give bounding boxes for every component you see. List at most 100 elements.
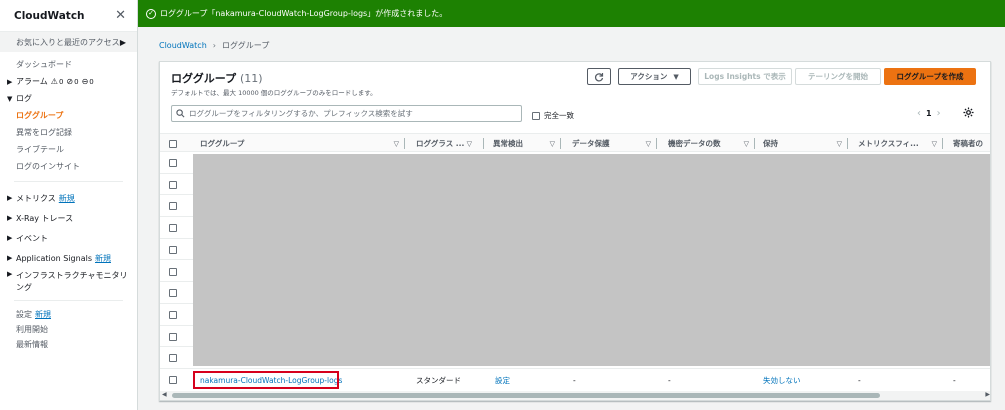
success-flash: ✓ ロググループ「nakamura-CloudWatch-LogGroup-lo… bbox=[138, 0, 1005, 27]
new-badge[interactable]: 新規 bbox=[95, 253, 111, 264]
row-checkbox[interactable] bbox=[169, 224, 177, 233]
column-header-label: 寄稿者の bbox=[953, 139, 983, 148]
sidebar-favorites[interactable]: お気に入りと最近のアクセス ▶ bbox=[0, 32, 137, 52]
row-checkbox[interactable] bbox=[169, 180, 177, 189]
column-divider bbox=[404, 138, 405, 149]
sidebar-item-live-tail[interactable]: ライブテール bbox=[0, 141, 137, 158]
caret-right-icon: ▶ bbox=[119, 37, 126, 47]
scroll-right-icon[interactable]: ▶ bbox=[985, 391, 990, 398]
column-header-label: 異常検出 bbox=[493, 139, 523, 148]
sidebar-item-log-anomalies[interactable]: 異常をログ記録 bbox=[0, 124, 137, 141]
search-icon bbox=[176, 109, 185, 118]
row-checkbox[interactable] bbox=[169, 332, 177, 341]
column-header-log-group[interactable]: ロググループ ▽ bbox=[200, 134, 405, 153]
row-checkbox[interactable] bbox=[169, 310, 177, 319]
filter-placeholder: ロググループをフィルタリングするか、プレフィックス検索を試す bbox=[189, 109, 413, 118]
check-circle-icon: ⊘ bbox=[66, 77, 74, 86]
log-groups-panel: ロググループ (11) デフォルトでは、最大 10000 個のロググループのみを… bbox=[159, 61, 991, 401]
sidebar-item-events[interactable]: ▶ イベント bbox=[0, 228, 137, 248]
row-checkbox[interactable] bbox=[169, 289, 177, 298]
column-header-label: ロググラス ... bbox=[416, 139, 465, 148]
column-divider bbox=[656, 138, 657, 149]
exact-match-checkbox[interactable]: 完全一致 bbox=[532, 110, 574, 121]
refresh-button[interactable] bbox=[587, 68, 611, 85]
actions-button-label: アクション bbox=[630, 72, 668, 81]
sidebar-item-whats-new[interactable]: 最新情報 bbox=[0, 337, 137, 352]
row-checkbox[interactable] bbox=[169, 267, 177, 276]
configure-anomaly-link[interactable]: 設定 bbox=[495, 375, 510, 386]
sidebar-title[interactable]: CloudWatch bbox=[14, 10, 85, 22]
row-checkbox[interactable] bbox=[169, 354, 177, 363]
row-checkbox[interactable] bbox=[169, 159, 177, 167]
close-icon[interactable]: ✕ bbox=[115, 8, 126, 23]
sidebar-item-logs-insights[interactable]: ログのインサイト bbox=[0, 158, 137, 175]
chevron-right-icon[interactable]: › bbox=[937, 108, 941, 119]
warning-icon: ⚠ bbox=[50, 77, 58, 86]
sidebar-divider bbox=[14, 300, 123, 301]
view-in-logs-insights-button[interactable]: Logs Insights で表示 bbox=[698, 68, 792, 85]
sidebar-item-getting-started[interactable]: 利用開始 bbox=[0, 322, 137, 337]
alarm-count: 0 bbox=[58, 77, 64, 86]
sort-icon: ▽ bbox=[466, 139, 472, 148]
panel-description: デフォルトでは、最大 10000 個のロググループのみをロードします。 bbox=[171, 89, 377, 97]
horizontal-scrollbar[interactable]: ◀ ▶ bbox=[160, 391, 990, 400]
sidebar-item-alarms-label: アラーム bbox=[16, 77, 48, 86]
header-select bbox=[160, 134, 193, 153]
column-header-anomaly-detection[interactable]: 異常検出 ▽ bbox=[493, 134, 561, 153]
table-header: ロググループ ▽ ロググラス ... ▽ 異常検出 ▽ データ保護 ▽ 機密デー… bbox=[160, 133, 990, 153]
column-header-data-protection[interactable]: データ保護 ▽ bbox=[572, 134, 657, 153]
checkbox[interactable] bbox=[532, 111, 540, 120]
breadcrumb-cloudwatch[interactable]: CloudWatch bbox=[159, 41, 207, 50]
gear-icon[interactable] bbox=[963, 107, 974, 118]
filter-input[interactable]: ロググループをフィルタリングするか、プレフィックス検索を試す bbox=[171, 105, 522, 122]
scrollbar-thumb[interactable] bbox=[172, 393, 880, 398]
sidebar-item-settings[interactable]: 設定 新規 bbox=[0, 307, 137, 322]
sidebar-item-dashboard[interactable]: ダッシュボード bbox=[0, 56, 137, 73]
page-number[interactable]: 1 bbox=[926, 109, 932, 118]
retention-link[interactable]: 失効しない bbox=[763, 375, 801, 386]
log-group-count: (11) bbox=[239, 72, 263, 85]
select-all-checkbox[interactable] bbox=[169, 139, 177, 148]
table-row[interactable]: nakamura-CloudWatch-LogGroup-logs スタンダード… bbox=[160, 369, 990, 391]
caret-right-icon: ▶ bbox=[7, 234, 13, 242]
sidebar-header: CloudWatch ✕ bbox=[0, 0, 137, 32]
sidebar-item-alarms[interactable]: ▶ アラーム ⚠ 0 ⊘ 0 ⊖ 0 bbox=[0, 73, 137, 90]
pagination: ‹ 1 › bbox=[912, 108, 946, 119]
sidebar-item-logs-label: ログ bbox=[16, 94, 32, 103]
create-log-group-button[interactable]: ロググループを作成 bbox=[884, 68, 976, 85]
sidebar-item-infrastructure-monitoring[interactable]: ▶ インフラストラクチャモニタリング bbox=[0, 268, 137, 294]
sort-icon: ▽ bbox=[549, 139, 555, 148]
sidebar-item-log-groups[interactable]: ロググループ bbox=[0, 107, 137, 124]
column-header-sensitive-data-count[interactable]: 機密データの数 ▽ bbox=[668, 134, 755, 153]
sidebar-item-metrics[interactable]: ▶ メトリクス 新規 bbox=[0, 188, 137, 208]
start-tailing-button[interactable]: テーリングを開始 bbox=[795, 68, 881, 85]
row-checkbox[interactable] bbox=[169, 376, 177, 384]
scroll-left-icon[interactable]: ◀ bbox=[162, 391, 167, 398]
breadcrumb-current: ロググループ bbox=[221, 41, 270, 50]
chevron-right-icon: › bbox=[212, 41, 216, 50]
column-divider bbox=[560, 138, 561, 149]
column-divider bbox=[942, 138, 943, 149]
column-header-retention[interactable]: 保持 ▽ bbox=[763, 134, 848, 153]
new-badge[interactable]: 新規 bbox=[59, 193, 75, 204]
column-header-contributors[interactable]: 寄稿者の bbox=[953, 134, 990, 153]
sidebar-item-application-signals[interactable]: ▶ Application Signals 新規 bbox=[0, 248, 137, 268]
new-badge[interactable]: 新規 bbox=[35, 309, 51, 320]
column-header-metric-filters[interactable]: メトリクスフィ... ▽ bbox=[858, 134, 943, 153]
caret-right-icon: ▶ bbox=[7, 270, 13, 278]
row-checkbox[interactable] bbox=[169, 202, 177, 211]
ok-count: 0 bbox=[74, 77, 79, 86]
sort-icon: ▽ bbox=[743, 139, 749, 148]
cell-contributors: - bbox=[953, 375, 956, 385]
insufficient-count: 0 bbox=[89, 77, 94, 86]
actions-button[interactable]: アクション ▼ bbox=[618, 68, 691, 85]
sidebar-item-xray[interactable]: ▶ X-Ray トレース bbox=[0, 208, 137, 228]
caret-down-icon: ▼ bbox=[673, 72, 679, 81]
column-header-log-class[interactable]: ロググラス ... ▽ bbox=[416, 134, 484, 153]
sidebar-item-logs[interactable]: ▼ ログ bbox=[0, 90, 137, 107]
row-checkbox[interactable] bbox=[169, 245, 177, 254]
sort-icon: ▽ bbox=[393, 139, 399, 148]
sidebar-item-xray-label: X-Ray トレース bbox=[16, 213, 74, 223]
chevron-left-icon[interactable]: ‹ bbox=[917, 108, 921, 119]
caret-right-icon: ▶ bbox=[7, 77, 13, 86]
